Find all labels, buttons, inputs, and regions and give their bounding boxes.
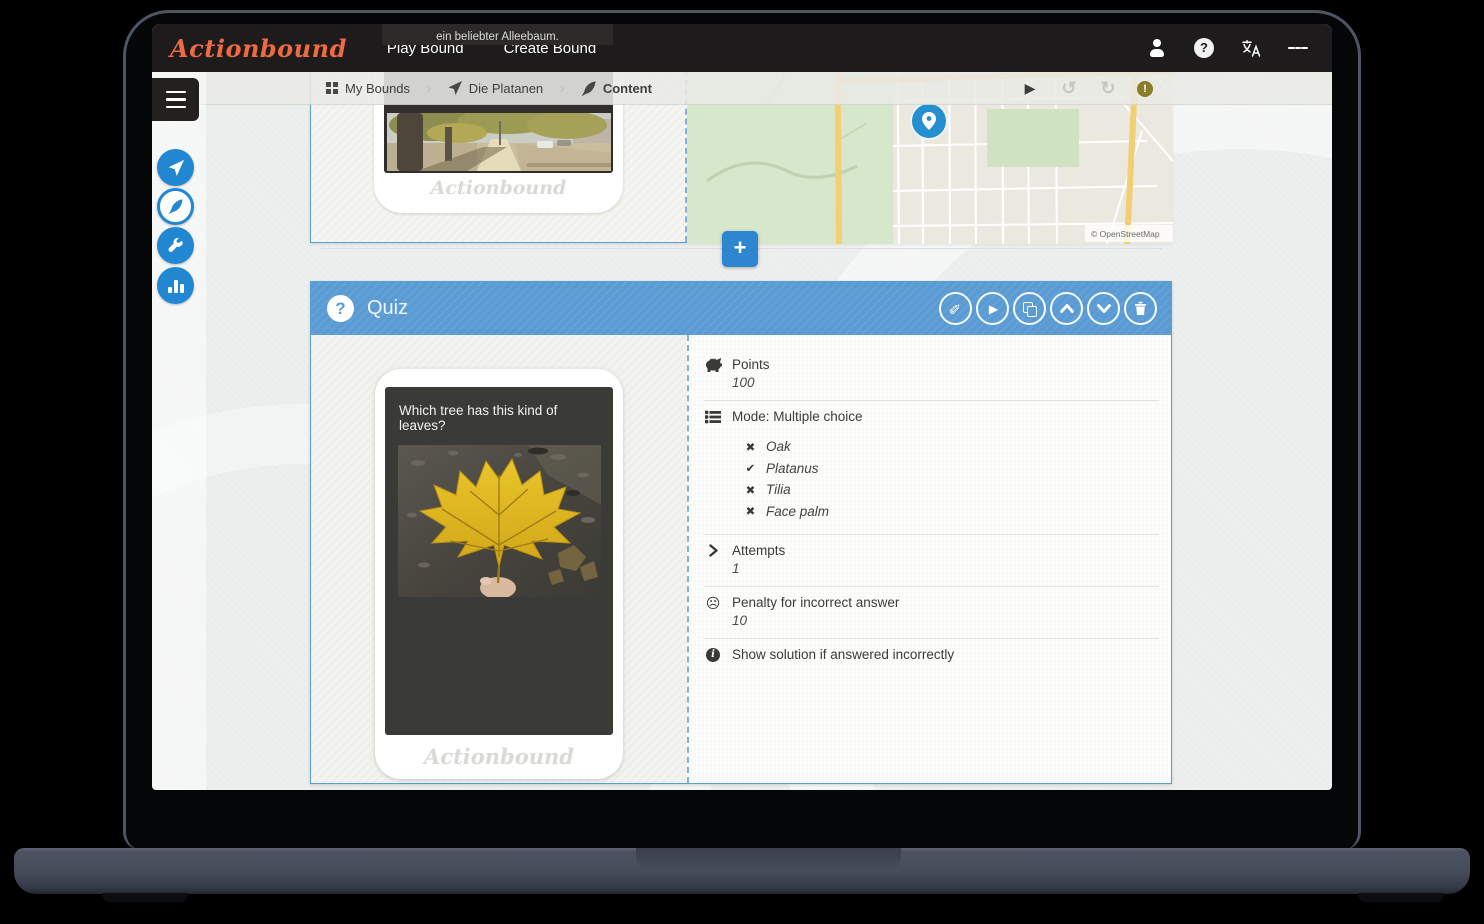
map-pin-icon[interactable] [911, 103, 947, 139]
penalty-label: Penalty for incorrect answer [732, 595, 899, 610]
stage-play-button[interactable]: ▶ [1020, 80, 1040, 97]
redo-button[interactable]: ↻ [1098, 78, 1118, 99]
sidebar-item-content[interactable] [157, 188, 194, 225]
penalty-value: 10 [732, 613, 899, 628]
chevron-right-icon [704, 543, 722, 576]
laptop-notch [636, 848, 901, 869]
trash-icon [1134, 301, 1147, 316]
play-icon: ▶ [987, 302, 998, 316]
wrench-icon [168, 238, 183, 253]
edit-button[interactable]: ✎ [939, 292, 972, 325]
frown-icon: ☹ [704, 595, 722, 628]
laptop-base [14, 848, 1470, 894]
breadcrumb-separator: › [426, 78, 432, 98]
breadcrumb-my-bounds[interactable]: My Bounds [326, 81, 410, 96]
grid-icon [326, 82, 338, 94]
quill-icon [581, 81, 596, 96]
street-photo [387, 113, 611, 171]
preview-play-button[interactable]: ▶ [976, 292, 1009, 325]
wrong-answer-icon: ✖ [744, 483, 757, 497]
translate-icon[interactable] [1241, 38, 1261, 58]
add-element-button[interactable]: + [722, 231, 758, 267]
location-arrow-icon [168, 160, 184, 176]
mode-label: Mode: Multiple choice [732, 409, 863, 424]
sidebar [152, 72, 206, 790]
quiz-question-text: Which tree has this kind of leaves? [385, 387, 613, 441]
phone-screen: Which tree has this kind of leaves? [385, 387, 613, 735]
quiz-card-header: ? Quiz ✎ ▶ [311, 282, 1171, 335]
laptop-mockup: Actionbound [0, 0, 1484, 924]
chevron-up-icon [1060, 304, 1074, 313]
sidebar-item-settings[interactable] [157, 227, 194, 264]
info-icon: i [704, 647, 722, 662]
actionbound-logo[interactable]: Actionbound [170, 34, 347, 63]
duplicate-button[interactable] [1013, 292, 1046, 325]
quiz-details-panel: Points 100 Mode: Multiple choice [687, 335, 1171, 783]
pencil-icon: ✎ [946, 302, 964, 315]
penalty-section: ☹ Penalty for incorrect answer 10 [704, 589, 1159, 639]
copy-icon [1023, 302, 1036, 316]
answer-option: ✔ Platanus [744, 458, 863, 480]
help-icon[interactable]: ? [1194, 38, 1214, 58]
actionbound-watermark: Actionbound [385, 744, 613, 769]
points-value: 100 [732, 375, 770, 390]
quiz-preview-panel: Which tree has this kind of leaves? [311, 335, 687, 783]
warning-icon[interactable]: ! [1137, 81, 1153, 97]
delete-button[interactable] [1124, 292, 1157, 325]
wrong-answer-icon: ✖ [744, 504, 757, 518]
sidebar-item-stats[interactable] [157, 267, 194, 304]
chevron-down-icon [1097, 304, 1111, 313]
breadcrumb-bound[interactable]: Die Platanen [448, 81, 543, 96]
wrong-answer-icon: ✖ [744, 440, 757, 454]
menu-icon[interactable] [1288, 38, 1308, 58]
points-label: Points [732, 357, 770, 372]
stage-toolbar: ▶ ↺ ↻ ! [1020, 72, 1153, 105]
solution-label: Show solution if answered incorrectly [732, 647, 954, 662]
correct-answer-icon: ✔ [744, 461, 757, 475]
mode-section: Mode: Multiple choice ✖ Oak ✔ Platanus [704, 403, 1159, 535]
list-icon [704, 409, 722, 524]
quiz-actions: ✎ ▶ [939, 292, 1157, 325]
sidebar-item-bound[interactable] [157, 149, 194, 186]
solution-section: i Show solution if answered incorrectly [704, 641, 1159, 672]
actionbound-watermark: Actionbound [374, 177, 623, 199]
top-navbar: Actionbound Play Bound Create Bound ? [152, 24, 1332, 72]
move-down-button[interactable] [1087, 292, 1120, 325]
answer-options: ✖ Oak ✔ Platanus ✖ Tilia [744, 436, 863, 522]
phone-preview: Which tree has this kind of leaves? [375, 369, 623, 779]
quiz-card-body: Which tree has this kind of leaves? [311, 335, 1171, 783]
move-up-button[interactable] [1050, 292, 1083, 325]
attempts-section: Attempts 1 [704, 537, 1159, 587]
answer-option: ✖ Oak [744, 436, 863, 458]
quiz-element-card: ? Quiz ✎ ▶ [310, 281, 1172, 784]
breadcrumb-separator: › [559, 78, 565, 98]
sidebar-menu-button[interactable] [152, 78, 199, 121]
app-viewport: Actionbound [152, 24, 1332, 790]
quill-icon [168, 199, 183, 214]
location-arrow-icon [448, 81, 462, 95]
quiz-type-icon: ? [327, 295, 354, 322]
user-icon[interactable] [1147, 38, 1167, 58]
leaf-photo [398, 445, 601, 597]
bar-chart-icon [168, 279, 184, 293]
scrolled-slide-text: ein beliebter Alleebaum. [382, 24, 613, 45]
piggy-bank-icon [704, 357, 722, 390]
quiz-title: Quiz [367, 297, 408, 320]
breadcrumb-content[interactable]: Content [581, 81, 652, 96]
points-section: Points 100 [704, 351, 1159, 401]
map-attribution: © OpenStreetMap [1091, 229, 1160, 239]
answer-option: ✖ Tilia [744, 479, 863, 501]
undo-button[interactable]: ↺ [1059, 78, 1079, 99]
breadcrumb: My Bounds › Die Platanen › Content ▶ ↺ ↻… [152, 72, 1332, 105]
attempts-value: 1 [732, 561, 785, 576]
answer-option: ✖ Face palm [744, 501, 863, 523]
attempts-label: Attempts [732, 543, 785, 558]
navbar-right: ? [1147, 38, 1332, 58]
